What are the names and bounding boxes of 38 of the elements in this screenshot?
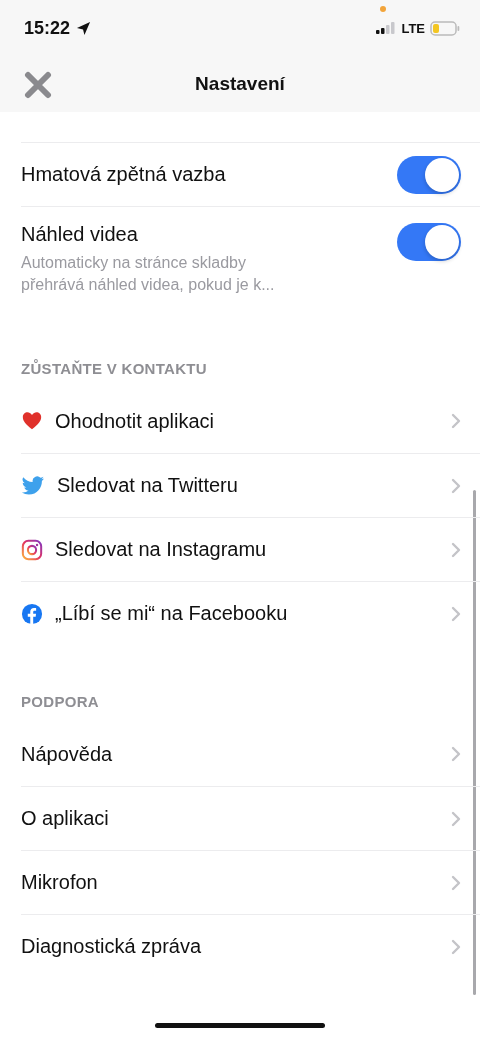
- chevron-icon: [451, 746, 461, 762]
- bird-icon: [21, 475, 45, 496]
- chevron-icon: [451, 810, 461, 827]
- list-item[interactable]: Sledovat na Twitteru: [21, 453, 480, 517]
- location-arrow-icon: [76, 20, 92, 36]
- item-label: O aplikaci: [21, 807, 110, 830]
- indicator-dot: [380, 6, 386, 12]
- network-label: LTE: [401, 20, 425, 36]
- setting-description: Automaticky na stránce skladby přehrává náhled videa, pokud je k...: [21, 253, 276, 295]
- chevron-icon: [451, 477, 461, 494]
- section-header: ZŮSTAŇTE V KONTAKTU: [20, 358, 208, 379]
- toggle-switch[interactable]: [397, 155, 461, 194]
- chevron-icon: [451, 605, 461, 622]
- chevron-icon: [451, 874, 461, 891]
- f-circle-icon: [21, 602, 43, 625]
- screen-title: Nastavení: [195, 73, 285, 95]
- section-header: PODPORA: [20, 692, 100, 712]
- list-item[interactable]: Nápověda: [21, 722, 480, 786]
- chevron-icon: [451, 541, 461, 558]
- setting-label: Hmatová zpětná vazba: [21, 163, 227, 186]
- item-label: Sledovat na Twitteru: [57, 474, 239, 497]
- item-label: Mikrofon: [21, 871, 99, 894]
- chevron-icon: [451, 938, 461, 955]
- heart-icon: [21, 410, 43, 432]
- item-label: Ohodnotit aplikaci: [55, 409, 215, 433]
- setting-label: Náhled videa: [21, 223, 139, 246]
- item-label: Sledovat na Instagramu: [55, 538, 268, 561]
- signal-icon: [376, 22, 397, 34]
- list-item[interactable]: Ohodnotit aplikaci: [21, 389, 480, 453]
- close-button[interactable]: [24, 71, 52, 99]
- toggle-switch[interactable]: [397, 223, 461, 261]
- status-time: 15:22: [24, 17, 71, 39]
- camera-outline-icon: [21, 538, 43, 561]
- item-label: Nápověda: [21, 742, 114, 766]
- battery-icon: [430, 20, 460, 36]
- item-label: „Líbí se mi“ na Facebooku: [55, 602, 289, 625]
- item-label: Diagnostická zpráva: [21, 935, 203, 958]
- chevron-icon: [451, 413, 461, 429]
